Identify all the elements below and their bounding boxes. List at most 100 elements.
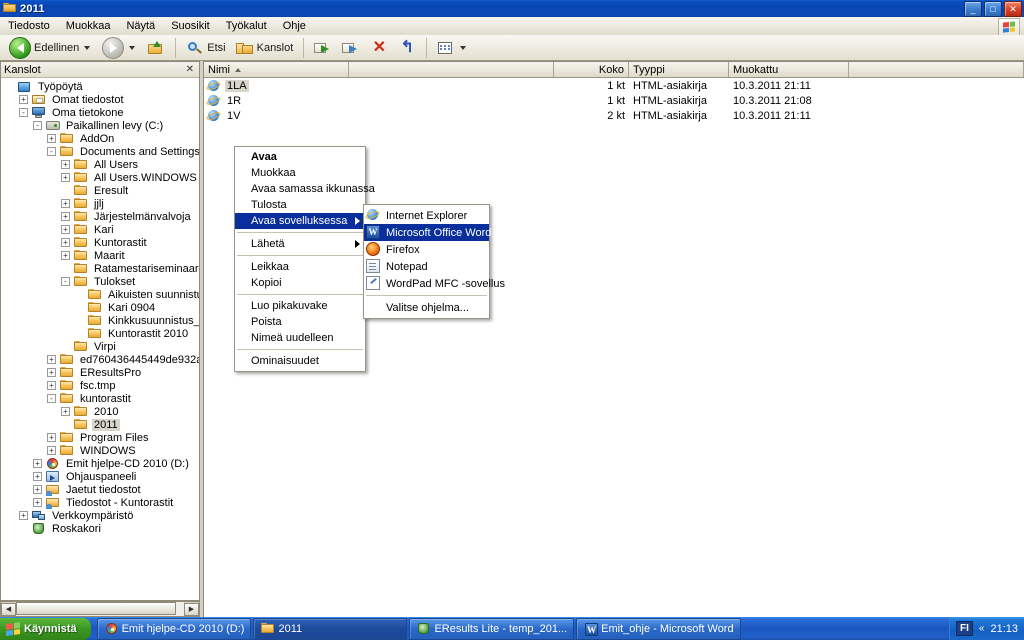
tree-node[interactable]: + ed760436445449de932ad5effa42 bbox=[1, 353, 199, 366]
undo-button[interactable]: ↰ bbox=[393, 36, 421, 60]
tree-node[interactable]: + Kuntorastit bbox=[1, 236, 199, 249]
clock[interactable]: 21:13 bbox=[990, 623, 1018, 635]
context-menu-item[interactable]: Avaa bbox=[235, 149, 365, 165]
folders-button[interactable]: Kanslot bbox=[231, 36, 299, 60]
menu-item-nayta[interactable]: Näytä bbox=[118, 18, 163, 34]
context-menu-item[interactable]: Leikkaa bbox=[235, 259, 365, 275]
tree-node[interactable]: + Maarit bbox=[1, 249, 199, 262]
column-header[interactable]: Muokattu bbox=[729, 62, 849, 77]
chevron-down-icon-forward[interactable] bbox=[129, 45, 136, 50]
tree-node[interactable]: + Ohjauspaneeli bbox=[1, 470, 199, 483]
expand-toggle-icon[interactable]: + bbox=[47, 355, 56, 364]
tree-node[interactable]: + fsc.tmp bbox=[1, 379, 199, 392]
tree-node[interactable]: + AddOn bbox=[1, 132, 199, 145]
context-menu-item[interactable]: Nimeä uudelleen bbox=[235, 330, 365, 346]
taskbar-item[interactable]: 2011 bbox=[253, 617, 408, 640]
expand-toggle-icon[interactable]: + bbox=[19, 511, 28, 520]
tree-node[interactable]: + Jaetut tiedostot bbox=[1, 483, 199, 496]
context-menu-item[interactable]: Poista bbox=[235, 314, 365, 330]
expand-toggle-icon[interactable]: + bbox=[61, 160, 70, 169]
menu-item-ohje[interactable]: Ohje bbox=[275, 18, 314, 34]
file-name-cell[interactable]: 1V bbox=[204, 109, 349, 122]
scroll-left-button[interactable]: ◀ bbox=[1, 602, 16, 616]
expand-toggle-icon[interactable]: + bbox=[61, 238, 70, 247]
tree-node[interactable]: + Tiedostot - Kuntorastit bbox=[1, 496, 199, 509]
chevron-left-icon[interactable]: « bbox=[979, 623, 985, 634]
chevron-down-icon[interactable] bbox=[84, 45, 91, 50]
collapse-toggle-icon[interactable]: - bbox=[61, 277, 70, 286]
views-button[interactable] bbox=[432, 36, 473, 60]
tree-node[interactable]: + WINDOWS bbox=[1, 444, 199, 457]
expand-toggle-icon[interactable]: + bbox=[33, 472, 42, 481]
expand-toggle-icon[interactable]: + bbox=[33, 498, 42, 507]
taskbar-item[interactable]: EResults Lite - temp_201... bbox=[409, 617, 575, 640]
context-menu-item[interactable]: Lähetä bbox=[235, 236, 365, 252]
minimize-button[interactable]: _ bbox=[964, 1, 982, 17]
table-row[interactable]: 1LA 1 kt HTML-asiakirja 10.3.2011 21:11 bbox=[204, 78, 1024, 93]
expand-toggle-icon[interactable]: + bbox=[47, 433, 56, 442]
menu-item-tiedosto[interactable]: Tiedosto bbox=[0, 18, 58, 34]
expand-toggle-icon[interactable]: + bbox=[61, 225, 70, 234]
collapse-toggle-icon[interactable]: - bbox=[19, 108, 28, 117]
tree-node[interactable]: - Paikallinen levy (C:) bbox=[1, 119, 199, 132]
delete-button[interactable]: ✕ bbox=[365, 36, 393, 60]
forward-button[interactable] bbox=[97, 36, 142, 60]
context-menu-item[interactable]: Tulosta bbox=[235, 197, 365, 213]
expand-toggle-icon[interactable]: + bbox=[47, 381, 56, 390]
file-name-cell[interactable]: 1R bbox=[204, 94, 349, 107]
tree-node[interactable]: + jjlj bbox=[1, 197, 199, 210]
expand-toggle-icon[interactable]: + bbox=[61, 199, 70, 208]
scroll-track[interactable] bbox=[16, 602, 184, 616]
submenu-item[interactable]: Notepad bbox=[364, 258, 489, 275]
tree-node[interactable]: + Kari bbox=[1, 223, 199, 236]
search-button[interactable]: Etsi bbox=[181, 36, 230, 60]
column-header[interactable]: Nimi bbox=[204, 62, 349, 77]
tree-node[interactable]: + Järjestelmänvalvoja bbox=[1, 210, 199, 223]
tree-node[interactable]: Kinkkusuunnistus_2009 bbox=[1, 314, 199, 327]
tree-node[interactable]: - Tulokset bbox=[1, 275, 199, 288]
context-menu-item[interactable]: Ominaisuudet bbox=[235, 353, 365, 369]
submenu-item[interactable]: W Microsoft Office Word bbox=[364, 224, 491, 241]
expand-toggle-icon[interactable]: + bbox=[61, 212, 70, 221]
expand-toggle-icon[interactable]: + bbox=[47, 134, 56, 143]
maximize-button[interactable]: □ bbox=[984, 1, 1002, 17]
close-button[interactable]: ✕ bbox=[1004, 1, 1022, 17]
taskbar-item[interactable]: Emit hjelpe-CD 2010 (D:) bbox=[96, 617, 252, 640]
tree-node[interactable]: + Omat tiedostot bbox=[1, 93, 199, 106]
expand-toggle-icon[interactable]: + bbox=[61, 173, 70, 182]
tree-node[interactable]: Eresult bbox=[1, 184, 199, 197]
tree-node[interactable]: + Verkkoympäristö bbox=[1, 509, 199, 522]
copy-to-button[interactable] bbox=[337, 36, 365, 60]
collapse-toggle-icon[interactable]: - bbox=[47, 394, 56, 403]
expand-toggle-icon[interactable]: + bbox=[19, 95, 28, 104]
tree-node[interactable]: +2010 bbox=[1, 405, 199, 418]
tree-horizontal-scrollbar[interactable]: ◀ ▶ bbox=[0, 601, 200, 617]
tree-node[interactable]: Ratamestariseminaari 281109 bbox=[1, 262, 199, 275]
submenu-item[interactable]: Firefox bbox=[364, 241, 489, 258]
context-menu-item[interactable]: Avaa samassa ikkunassa bbox=[235, 181, 375, 197]
tree-node[interactable]: Roskakori bbox=[1, 522, 199, 535]
column-header[interactable] bbox=[349, 62, 554, 77]
tree-node[interactable]: - kuntorastit bbox=[1, 392, 199, 405]
tree-node[interactable]: + All Users.WINDOWS bbox=[1, 171, 199, 184]
tree-node[interactable]: + All Users bbox=[1, 158, 199, 171]
tree-node[interactable]: - Documents and Settings bbox=[1, 145, 199, 158]
chevron-down-icon-views[interactable] bbox=[460, 45, 467, 50]
scroll-right-button[interactable]: ▶ bbox=[184, 602, 199, 616]
menu-item-suosikit[interactable]: Suosikit bbox=[163, 18, 218, 34]
collapse-toggle-icon[interactable]: - bbox=[47, 147, 56, 156]
submenu-item[interactable]: Internet Explorer bbox=[364, 207, 489, 224]
tree-node[interactable]: Kuntorastit 2010 bbox=[1, 327, 199, 340]
context-menu-item[interactable]: Kopioi bbox=[235, 275, 365, 291]
column-header[interactable]: Koko bbox=[554, 62, 629, 77]
file-name-cell[interactable]: 1LA bbox=[204, 79, 349, 92]
submenu-item[interactable]: WordPad MFC -sovellus bbox=[364, 275, 505, 292]
move-to-button[interactable] bbox=[309, 36, 337, 60]
column-header[interactable]: Tyyppi bbox=[629, 62, 729, 77]
context-menu-item[interactable]: Avaa sovelluksessa bbox=[235, 213, 365, 229]
tree-node[interactable]: Aikuisten suunnistuskoulu bbox=[1, 288, 199, 301]
context-menu-item[interactable]: Muokkaa bbox=[235, 165, 365, 181]
expand-toggle-icon[interactable]: + bbox=[47, 446, 56, 455]
collapse-toggle-icon[interactable]: - bbox=[33, 121, 42, 130]
context-menu-item[interactable]: Luo pikakuvake bbox=[235, 298, 365, 314]
